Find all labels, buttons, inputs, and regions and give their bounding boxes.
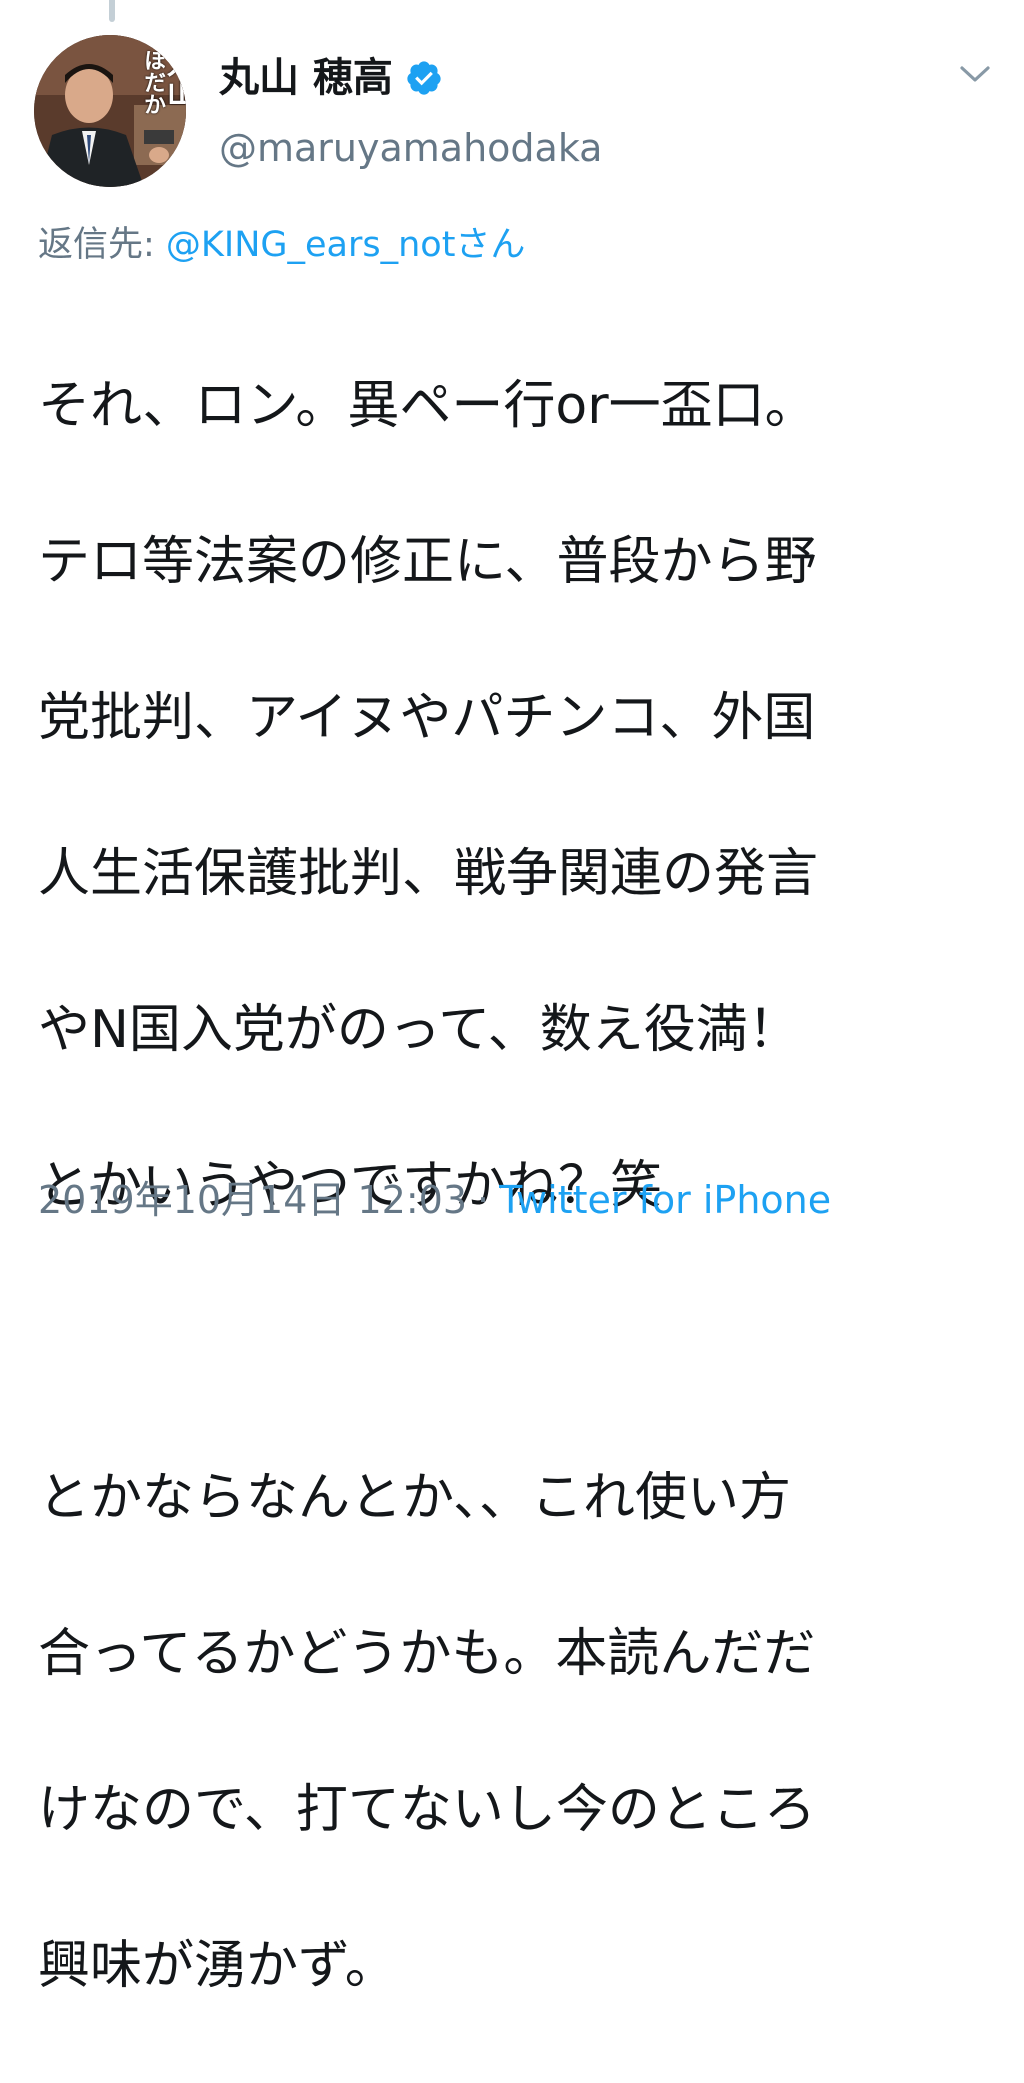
tweet-line: 人生活保護批判、戦争関連の発言 (38, 844, 819, 904)
tweet-line: やN国入党がのって、数え役満！ (38, 1000, 800, 1060)
avatar-caption-small: ほだか (140, 49, 165, 115)
author-name-row[interactable]: 丸山 穂高 (219, 52, 443, 104)
tweet-line: それ、ロン。異ペー行or一盃口。 (38, 376, 817, 436)
meta-separator: · (477, 1178, 490, 1222)
verified-badge-icon (407, 61, 441, 95)
tweet-line: 党批判、アイヌやパチンコ、外国 (38, 688, 816, 748)
avatar[interactable]: ほだか 丸山 (34, 35, 186, 187)
reply-prefix: 返信先: (38, 225, 166, 265)
tweet-line: 興味が湧かず。 (38, 1936, 397, 1996)
tweet-line: とかならなんとか、、これ使い方 (38, 1468, 791, 1528)
reply-target-link[interactable]: @KING_ears_notさん (166, 225, 526, 265)
avatar-caption-big: 丸山 (161, 47, 186, 107)
tweet-source-link[interactable]: Twitter for iPhone (499, 1178, 831, 1222)
tweet-metadata: 2019年10月14日 12:03 · Twitter for iPhone (38, 1175, 831, 1225)
tweet-line: けなので、打てないし今のところ (38, 1780, 816, 1840)
thread-connector-line (109, 0, 115, 22)
tweet-line: テロ等法案の修正に、普段から野 (38, 532, 817, 592)
tweet-line: 合ってるかどうかも。本読んだだ (38, 1624, 816, 1684)
tweet-timestamp[interactable]: 2019年10月14日 12:03 (38, 1178, 467, 1222)
display-name[interactable]: 丸山 穂高 (219, 54, 393, 102)
reply-context: 返信先: @KING_ears_notさん (38, 220, 525, 270)
chevron-down-icon[interactable] (958, 60, 992, 88)
author-handle[interactable]: @maruyamahodaka (219, 124, 602, 172)
